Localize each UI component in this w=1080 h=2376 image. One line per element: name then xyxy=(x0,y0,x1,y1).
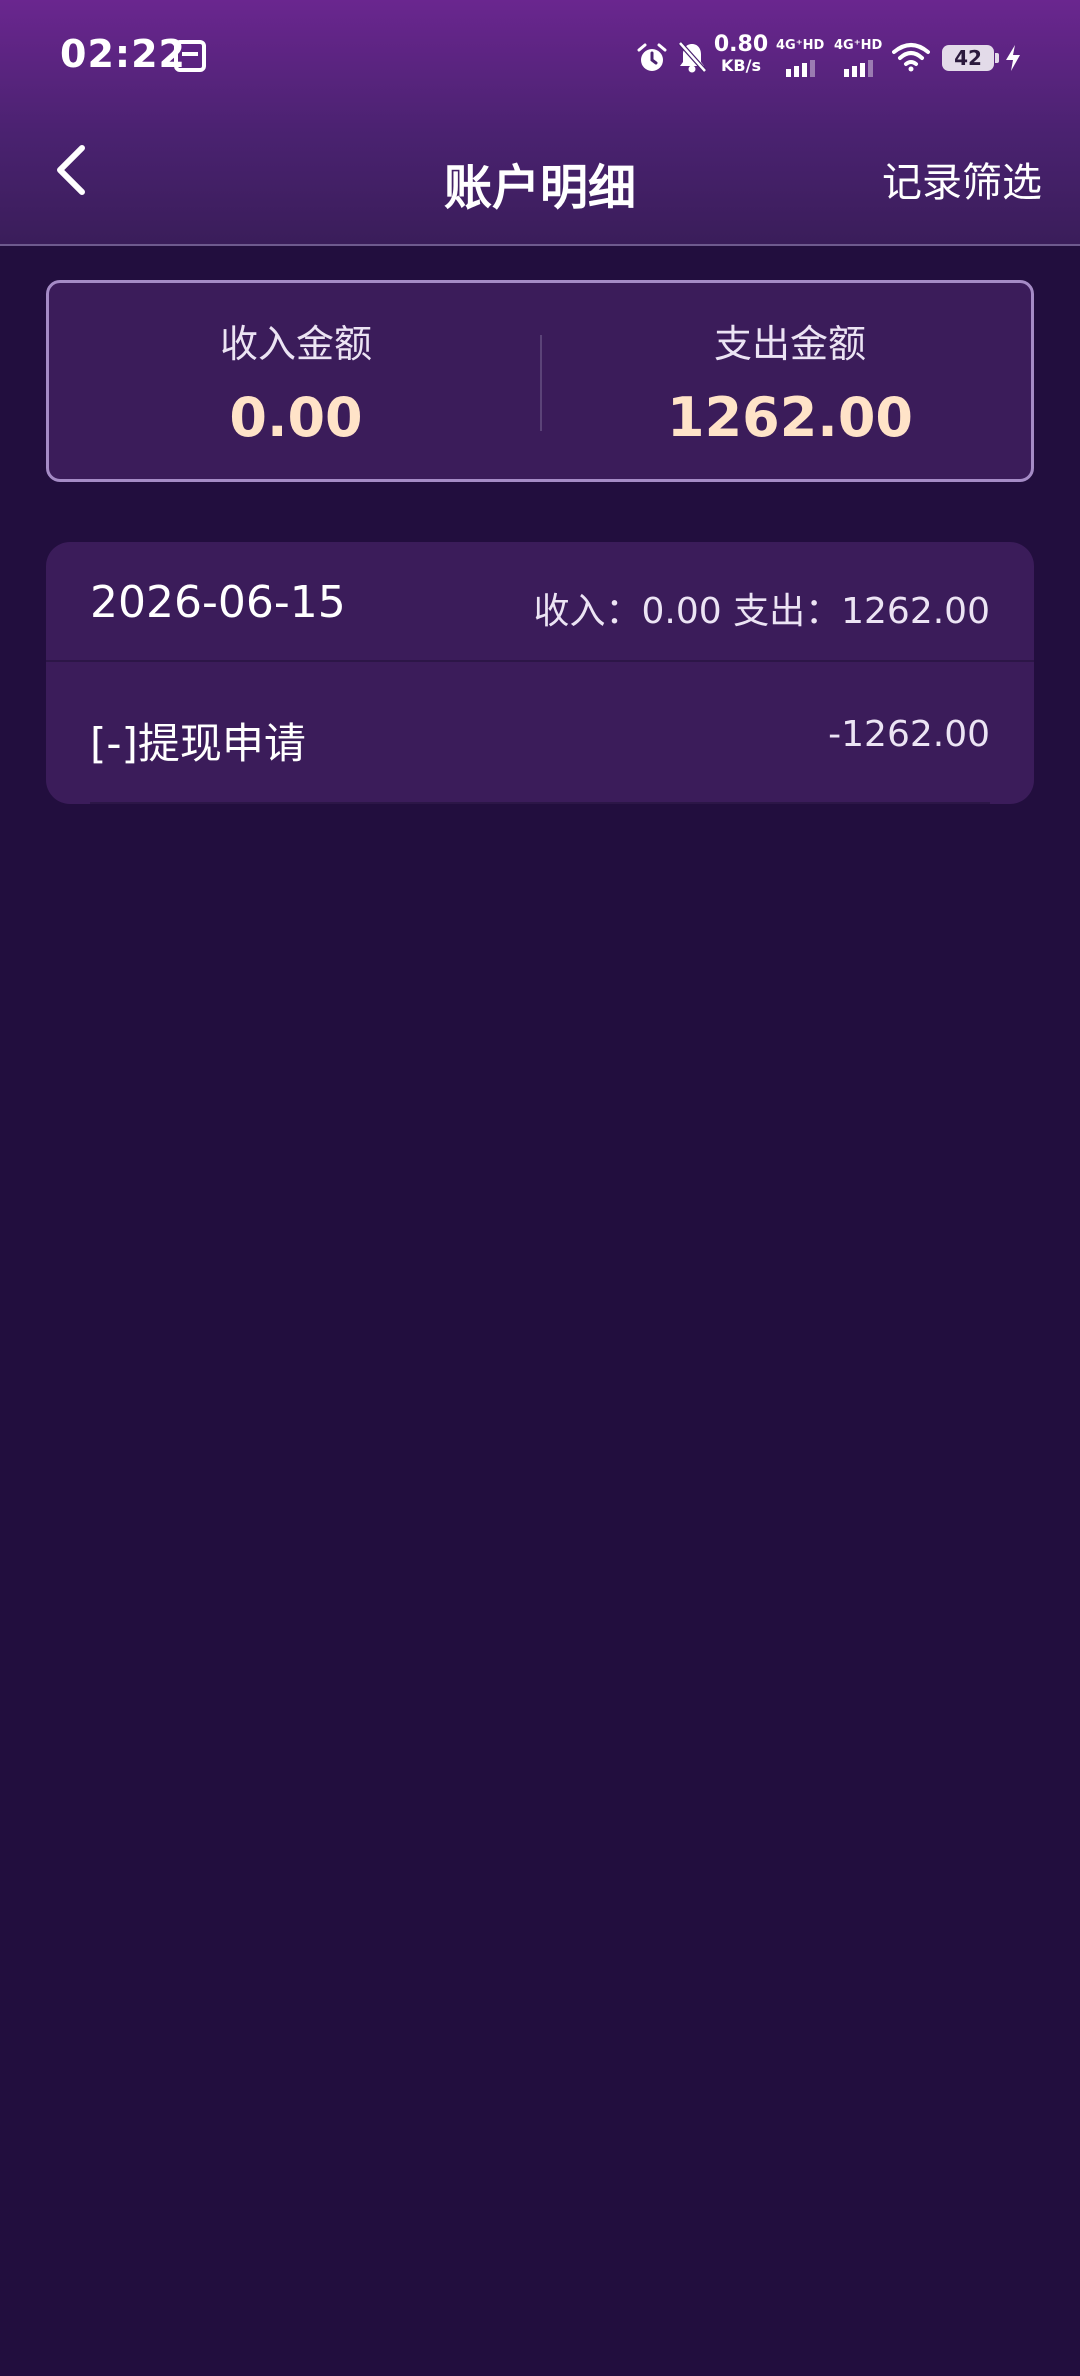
sim-card-icon xyxy=(174,40,206,72)
expense-summary: 支出金额 1262.00 xyxy=(543,313,1037,449)
status-time: 02:22 xyxy=(60,32,186,76)
record-date: 2026-06-15 xyxy=(90,577,346,628)
signal-icon: 4G⁺HD xyxy=(776,38,828,78)
expense-value: 1262.00 xyxy=(667,386,913,449)
list-item[interactable]: [-]提现申请 -1262.00 xyxy=(46,662,1034,804)
income-summary: 收入金额 0.00 xyxy=(49,313,543,449)
expense-label: 支出金额 xyxy=(713,322,866,366)
income-value: 0.00 xyxy=(229,386,363,449)
alarm-icon xyxy=(637,43,667,71)
income-label: 收入金额 xyxy=(219,322,372,366)
sim2-network-label: 4G⁺HD xyxy=(834,38,883,53)
status-bar: 02:22 0.80 KB/s 4G⁺HD 4G⁺HD 42 xyxy=(0,0,1080,112)
network-speed-value: 0.80 xyxy=(713,32,769,57)
wifi-icon xyxy=(892,43,930,72)
nav-bar: 账户明细 记录筛选 xyxy=(0,112,1080,246)
record-filter-button[interactable]: 记录筛选 xyxy=(882,150,1042,208)
charging-icon xyxy=(1006,45,1020,71)
sim1-network-label: 4G⁺HD xyxy=(776,38,825,53)
record-group-card: 2026-06-15 收入：0.00 支出：1262.00 [-]提现申请 -1… xyxy=(46,542,1034,804)
record-date-header: 2026-06-15 收入：0.00 支出：1262.00 xyxy=(46,542,1034,662)
battery-icon: 42 xyxy=(942,45,999,71)
summary-divider xyxy=(540,335,542,431)
summary-card: 收入金额 0.00 支出金额 1262.00 xyxy=(46,280,1034,482)
signal-icon: 4G⁺HD xyxy=(834,38,886,78)
record-amount: -1262.00 xyxy=(828,714,990,755)
record-title: [-]提现申请 xyxy=(90,719,306,768)
record-day-summary: 收入：0.00 支出：1262.00 xyxy=(533,591,990,632)
network-speed: 0.80 KB/s xyxy=(712,34,770,74)
network-speed-unit: KB/s xyxy=(721,56,761,75)
divider xyxy=(90,802,990,804)
bell-off-icon xyxy=(678,41,707,73)
